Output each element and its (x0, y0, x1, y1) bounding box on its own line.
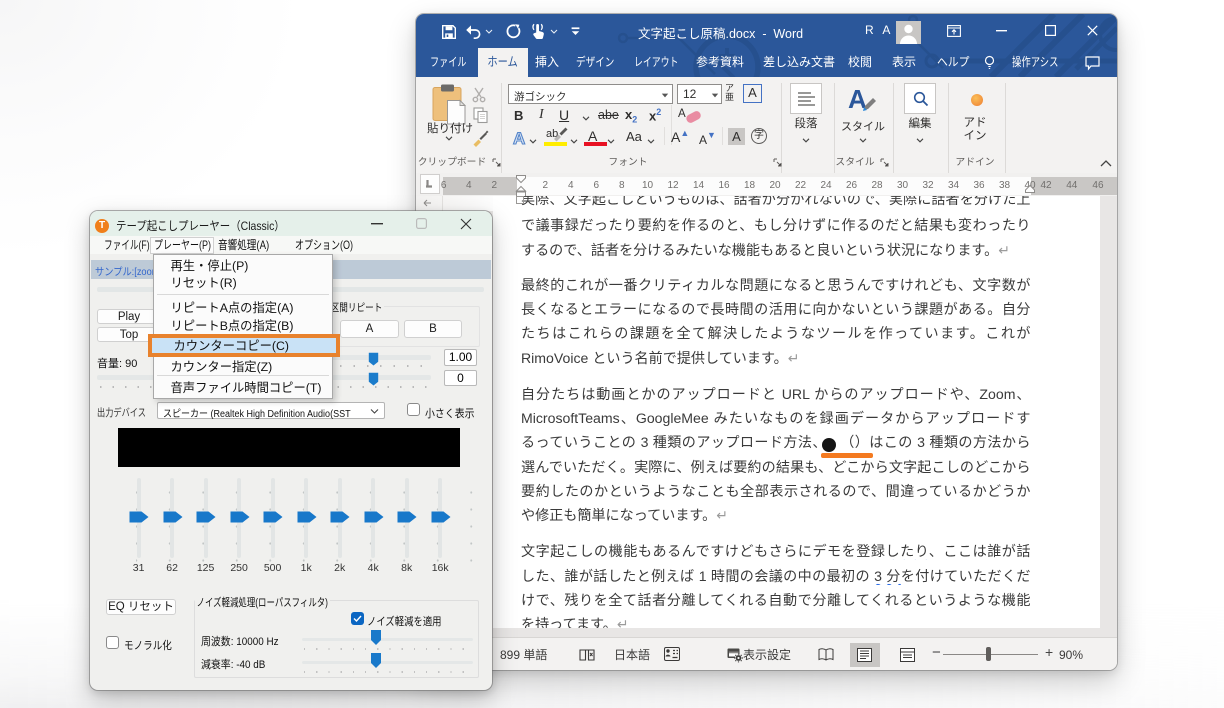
svg-text:A: A (513, 129, 525, 148)
svg-text:A: A (678, 108, 686, 120)
